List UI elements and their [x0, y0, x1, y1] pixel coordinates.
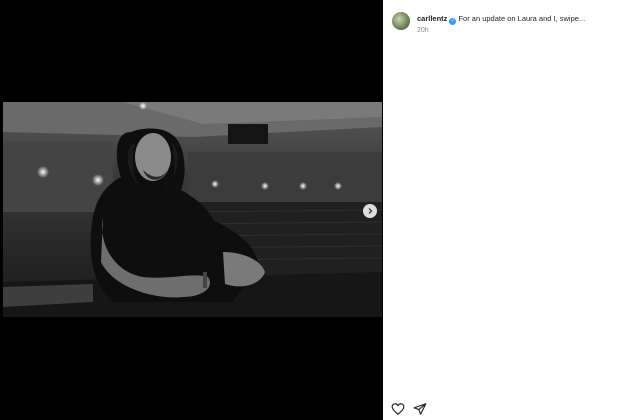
- next-photo-button[interactable]: [363, 204, 377, 218]
- media-pane: FX: [0, 0, 383, 420]
- like-button[interactable]: [391, 402, 405, 416]
- post-header: carllentz ✓ For an update on Laura and I, …: [417, 14, 585, 25]
- post-photo[interactable]: FX: [3, 102, 382, 317]
- verified-badge-icon: ✓: [449, 18, 457, 25]
- action-bar: [391, 402, 427, 416]
- username-link[interactable]: carllentz: [417, 14, 447, 23]
- post-sidebar: carllentz ✓ For an update on Laura and I, …: [383, 0, 630, 420]
- avatar[interactable]: [392, 12, 410, 30]
- chevron-right-icon: [368, 208, 373, 214]
- theater-image: [3, 102, 382, 317]
- heart-icon: [391, 403, 405, 416]
- post-timestamp[interactable]: 20h: [417, 27, 429, 34]
- share-button[interactable]: [413, 402, 427, 416]
- send-icon: [413, 403, 427, 415]
- post-caption: For an update on Laura and I, swipe...: [458, 14, 586, 23]
